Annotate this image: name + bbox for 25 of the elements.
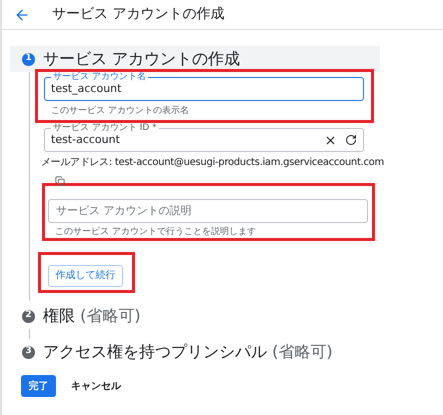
step-title: サービス アカウントの作成 — [43, 48, 240, 70]
cancel-button[interactable]: キャンセル — [71, 378, 121, 394]
clear-icon — [324, 134, 337, 146]
create-continue-button[interactable]: 作成して続行 — [48, 264, 123, 286]
field-value: test_account — [51, 82, 122, 96]
page-title: サービス アカウントの作成 — [52, 5, 224, 24]
done-button[interactable]: 完了 — [21, 375, 56, 397]
description-input[interactable]: サービス アカウントの説明 — [56, 202, 360, 220]
email-text: メールアドレス: test-account@uesugi-products.iam.gserviceaccount.com — [41, 156, 384, 170]
back-button[interactable] — [14, 6, 30, 22]
step-number: 2 — [22, 310, 35, 322]
helper-text: このサービス アカウントで行うことを説明します — [55, 226, 257, 239]
step-number: 1 — [22, 52, 35, 66]
copy-icon — [55, 176, 65, 186]
name-field[interactable]: サービス アカウント名 test_account — [44, 72, 364, 101]
step-title: アクセス権を持つプリンシパル (省略可) — [43, 341, 333, 363]
step-number: 3 — [22, 346, 35, 358]
field-label: サービス アカウント名 — [52, 72, 147, 83]
helper-text: このサービス アカウントの表示名 — [51, 105, 190, 118]
field-label: サービス アカウント ID * — [52, 123, 158, 134]
description-field[interactable]: サービス アカウントの説明 — [48, 199, 368, 223]
field-value: test-account — [51, 133, 121, 147]
step-title: 権限 (省略可) — [43, 305, 141, 327]
id-field[interactable]: サービス アカウント ID * test-account — [44, 123, 364, 152]
refresh-icon — [345, 134, 357, 146]
